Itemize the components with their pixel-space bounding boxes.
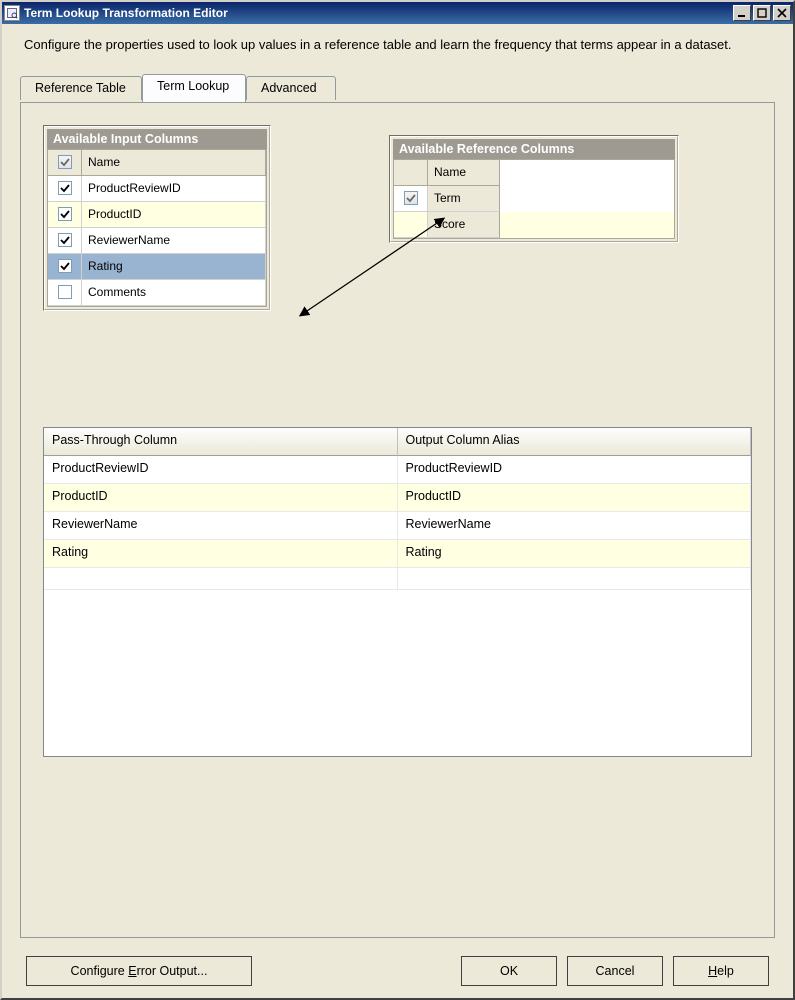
header-output-alias: Output Column Alias [398, 428, 752, 456]
maximize-button[interactable] [753, 5, 771, 21]
help-button[interactable]: Help [673, 956, 769, 986]
row-checkbox[interactable] [404, 191, 418, 205]
minimize-button[interactable] [733, 5, 751, 21]
tab-reference-table[interactable]: Reference Table [20, 76, 142, 100]
cancel-button[interactable]: Cancel [567, 956, 663, 986]
row-checkbox[interactable] [58, 181, 72, 195]
reference-columns-grid[interactable]: Name Term Score [393, 159, 675, 239]
tab-term-lookup[interactable]: Term Lookup [142, 74, 246, 102]
window-title: Term Lookup Transformation Editor [24, 6, 733, 20]
close-button[interactable] [773, 5, 791, 21]
input-header-name: Name [82, 150, 266, 176]
title-bar: Term Lookup Transformation Editor [2, 2, 793, 24]
table-row[interactable]: ProductReviewID ProductReviewID [44, 456, 751, 484]
ok-button[interactable]: OK [461, 956, 557, 986]
table-row[interactable] [44, 568, 751, 596]
row-checkbox[interactable] [58, 207, 72, 221]
table-row[interactable]: Term [394, 186, 674, 212]
header-pass-through: Pass-Through Column [44, 428, 398, 456]
output-mapping-table[interactable]: Pass-Through Column Output Column Alias … [43, 427, 752, 757]
input-columns-grid[interactable]: Name ProductReviewID ProductID [47, 149, 267, 307]
reference-header-name: Name [428, 160, 500, 186]
row-checkbox[interactable] [58, 285, 72, 299]
table-row[interactable]: ProductID [48, 202, 266, 228]
row-checkbox[interactable] [58, 259, 72, 273]
table-row[interactable]: ProductID ProductID [44, 484, 751, 512]
input-box-title: Available Input Columns [47, 129, 267, 149]
table-row[interactable]: Score [394, 212, 674, 238]
input-select-all-checkbox[interactable] [58, 155, 72, 169]
configure-error-output-button[interactable]: Configure Error Output... [26, 956, 252, 986]
description-text: Configure the properties used to look up… [6, 30, 789, 62]
table-row[interactable]: Rating Rating [44, 540, 751, 568]
app-icon [4, 5, 20, 21]
reference-box-title: Available Reference Columns [393, 139, 675, 159]
table-row[interactable]: ReviewerName ReviewerName [44, 512, 751, 540]
tab-advanced[interactable]: Advanced [246, 76, 336, 100]
table-row[interactable]: Comments [48, 280, 266, 306]
table-row[interactable]: ProductReviewID [48, 176, 266, 202]
table-row[interactable]: Rating [48, 254, 266, 280]
table-row[interactable]: ReviewerName [48, 228, 266, 254]
row-checkbox[interactable] [58, 233, 72, 247]
